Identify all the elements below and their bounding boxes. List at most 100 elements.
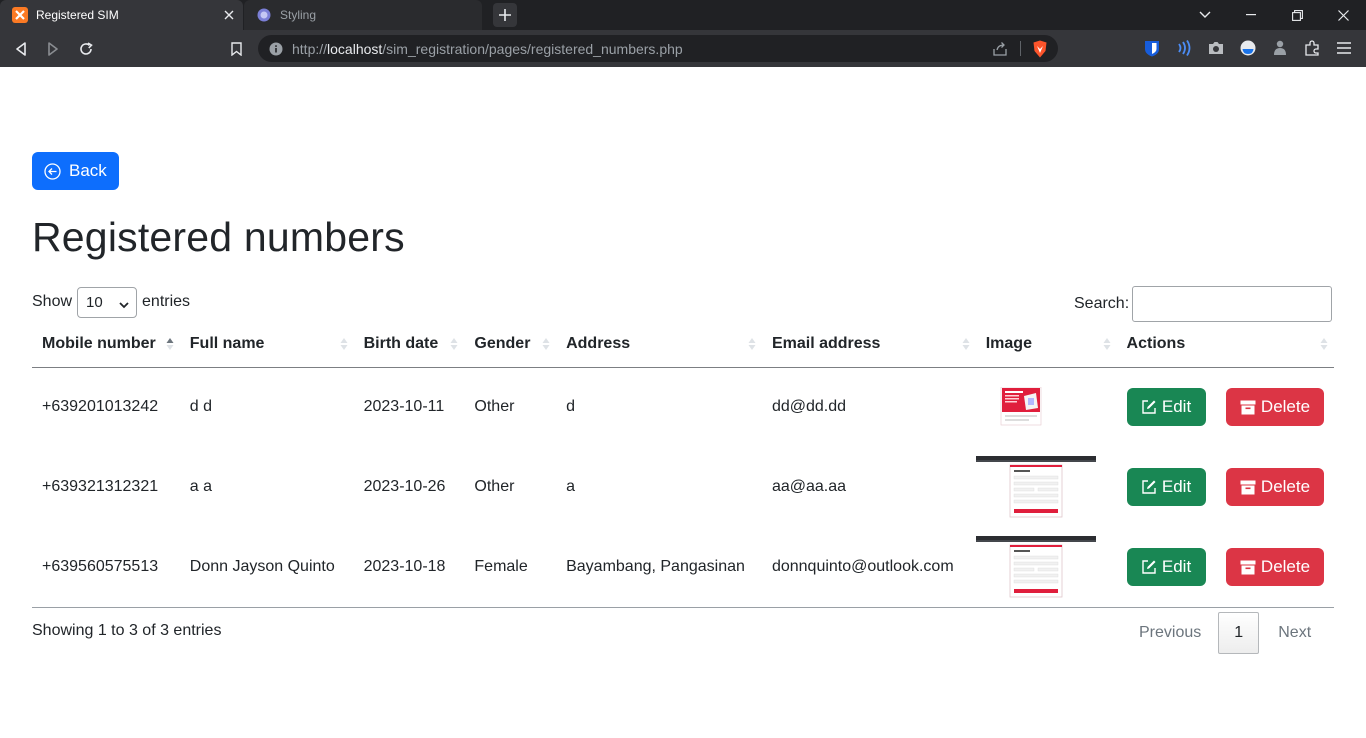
registration-image-thumbnail[interactable]	[975, 536, 1096, 598]
cell-image	[975, 366, 1117, 447]
close-tab-icon[interactable]	[221, 7, 237, 23]
table-header-row: Mobile number Full name Birth date Gende…	[32, 322, 1334, 368]
length-prefix: Show	[32, 293, 73, 310]
sort-icon	[748, 338, 756, 350]
registered-numbers-table: Mobile number Full name Birth date Gende…	[32, 322, 1334, 608]
tab-search-chevron-icon[interactable]	[1182, 0, 1228, 30]
registration-image-thumbnail[interactable]	[975, 456, 1096, 518]
edit-button-label: Edit	[1161, 556, 1192, 576]
close-window-icon[interactable]	[1320, 0, 1366, 30]
archive-icon	[1240, 559, 1256, 575]
column-header-image[interactable]: Image	[975, 322, 1117, 368]
length-suffix: entries	[142, 293, 191, 310]
vpn-extension-icon[interactable]	[1239, 39, 1257, 57]
tab-title: Styling	[280, 8, 317, 22]
menu-icon[interactable]	[1335, 39, 1353, 57]
back-arrow-icon[interactable]	[10, 38, 32, 60]
xampp-favicon-icon	[12, 7, 28, 23]
column-header-label: Address	[566, 335, 631, 353]
delete-button-label: Delete	[1260, 397, 1311, 417]
table-row: +639560575513 Donn Jayson Quinto 2023-10…	[32, 526, 1334, 608]
column-header-label: Gender	[474, 335, 531, 353]
delete-button[interactable]: Delete	[1226, 468, 1324, 507]
arrow-left-circle-icon	[44, 162, 62, 180]
brave-shield-icon[interactable]	[1031, 40, 1049, 58]
entries-per-page-select[interactable]: 10	[77, 286, 138, 318]
browser-toolbar: http://localhost/sim_registration/pages/…	[0, 30, 1366, 67]
cell-birth-date: 2023-10-11	[353, 366, 465, 447]
entries-per-page-value: 10	[86, 293, 103, 311]
column-header-label: Birth date	[363, 335, 439, 353]
cell-actions: Edit Delete	[1116, 446, 1334, 527]
cell-mobile-number: +639201013242	[32, 366, 180, 447]
page-1-button[interactable]: 1	[1218, 612, 1260, 654]
address-bar[interactable]: http://localhost/sim_registration/pages/…	[258, 35, 1058, 62]
archive-icon	[1240, 479, 1256, 495]
forward-arrow-icon[interactable]	[42, 38, 64, 60]
extensions-icon[interactable]	[1303, 39, 1321, 57]
tab-registered-sim[interactable]: Registered SIM	[0, 0, 243, 30]
column-header-label: Mobile number	[42, 335, 156, 353]
share-icon[interactable]	[991, 40, 1009, 58]
reload-icon[interactable]	[75, 38, 97, 60]
wifi-extension-icon[interactable]	[1175, 39, 1193, 57]
cell-mobile-number: +639560575513	[32, 526, 180, 608]
browser-tabstrip: Registered SIM Styling	[0, 0, 1366, 30]
cell-actions: Edit Delete	[1116, 526, 1334, 608]
registration-image-thumbnail[interactable]	[976, 387, 1096, 427]
new-tab-button[interactable]	[493, 3, 517, 27]
table-info: Showing 1 to 3 of 3 entries	[32, 622, 222, 639]
column-header-gender[interactable]: Gender	[464, 322, 557, 368]
omnibox-divider	[1020, 41, 1021, 56]
cell-email-address: dd@dd.dd	[761, 366, 976, 447]
edit-icon	[1141, 399, 1157, 415]
back-button-label: Back	[69, 161, 107, 180]
cell-address: d	[556, 366, 762, 447]
edit-button[interactable]: Edit	[1126, 547, 1206, 586]
back-button[interactable]: Back	[32, 152, 119, 190]
cell-email-address: donnquinto@outlook.com	[761, 526, 976, 608]
column-header-address[interactable]: Address	[556, 322, 762, 368]
minimize-icon[interactable]	[1228, 0, 1274, 30]
cell-image	[975, 526, 1117, 608]
edit-button[interactable]: Edit	[1126, 467, 1206, 506]
url-text: http://localhost/sim_registration/pages/…	[292, 40, 683, 57]
cell-mobile-number: +639321312321	[32, 446, 180, 527]
delete-button-label: Delete	[1260, 477, 1311, 497]
next-page-button[interactable]: Next	[1259, 612, 1330, 654]
cell-gender: Other	[464, 366, 557, 447]
camera-icon[interactable]	[1207, 39, 1225, 57]
cell-address: a	[556, 446, 762, 527]
cell-full-name: Donn Jayson Quinto	[179, 526, 354, 608]
column-header-mobile-number[interactable]: Mobile number	[32, 322, 180, 368]
site-info-icon[interactable]	[269, 42, 283, 56]
column-header-label: Full name	[189, 335, 265, 353]
sort-icon	[340, 338, 348, 350]
delete-button[interactable]: Delete	[1226, 548, 1324, 587]
edit-button[interactable]: Edit	[1126, 387, 1206, 426]
tab-styling[interactable]: Styling	[244, 0, 482, 30]
delete-button[interactable]: Delete	[1226, 388, 1324, 427]
previous-page-button[interactable]: Previous	[1122, 612, 1218, 654]
column-header-full-name[interactable]: Full name	[179, 322, 354, 368]
bookmark-icon[interactable]	[225, 38, 247, 60]
column-header-label: Email address	[771, 335, 881, 353]
pagination: Previous 1 Next	[1122, 612, 1330, 654]
search-label: Search:	[1074, 295, 1130, 312]
edit-icon	[1141, 559, 1157, 575]
table-search: Search:	[1074, 286, 1333, 322]
edit-icon	[1141, 479, 1157, 495]
column-header-email-address[interactable]: Email address	[761, 322, 976, 368]
restore-icon[interactable]	[1274, 0, 1320, 30]
archive-icon	[1240, 399, 1256, 415]
column-header-actions[interactable]: Actions	[1116, 322, 1334, 368]
column-header-birth-date[interactable]: Birth date	[353, 322, 465, 368]
table-row: +639321312321 a a 2023-10-26 Other a aa@…	[32, 446, 1334, 527]
cell-email-address: aa@aa.aa	[761, 446, 976, 527]
cell-birth-date: 2023-10-26	[353, 446, 465, 527]
search-input[interactable]	[1132, 286, 1333, 322]
sort-icon	[1320, 338, 1328, 350]
puzzle-extension-icon[interactable]	[1271, 39, 1289, 57]
bitwarden-icon[interactable]	[1143, 39, 1161, 57]
chevron-down-icon	[119, 297, 129, 308]
